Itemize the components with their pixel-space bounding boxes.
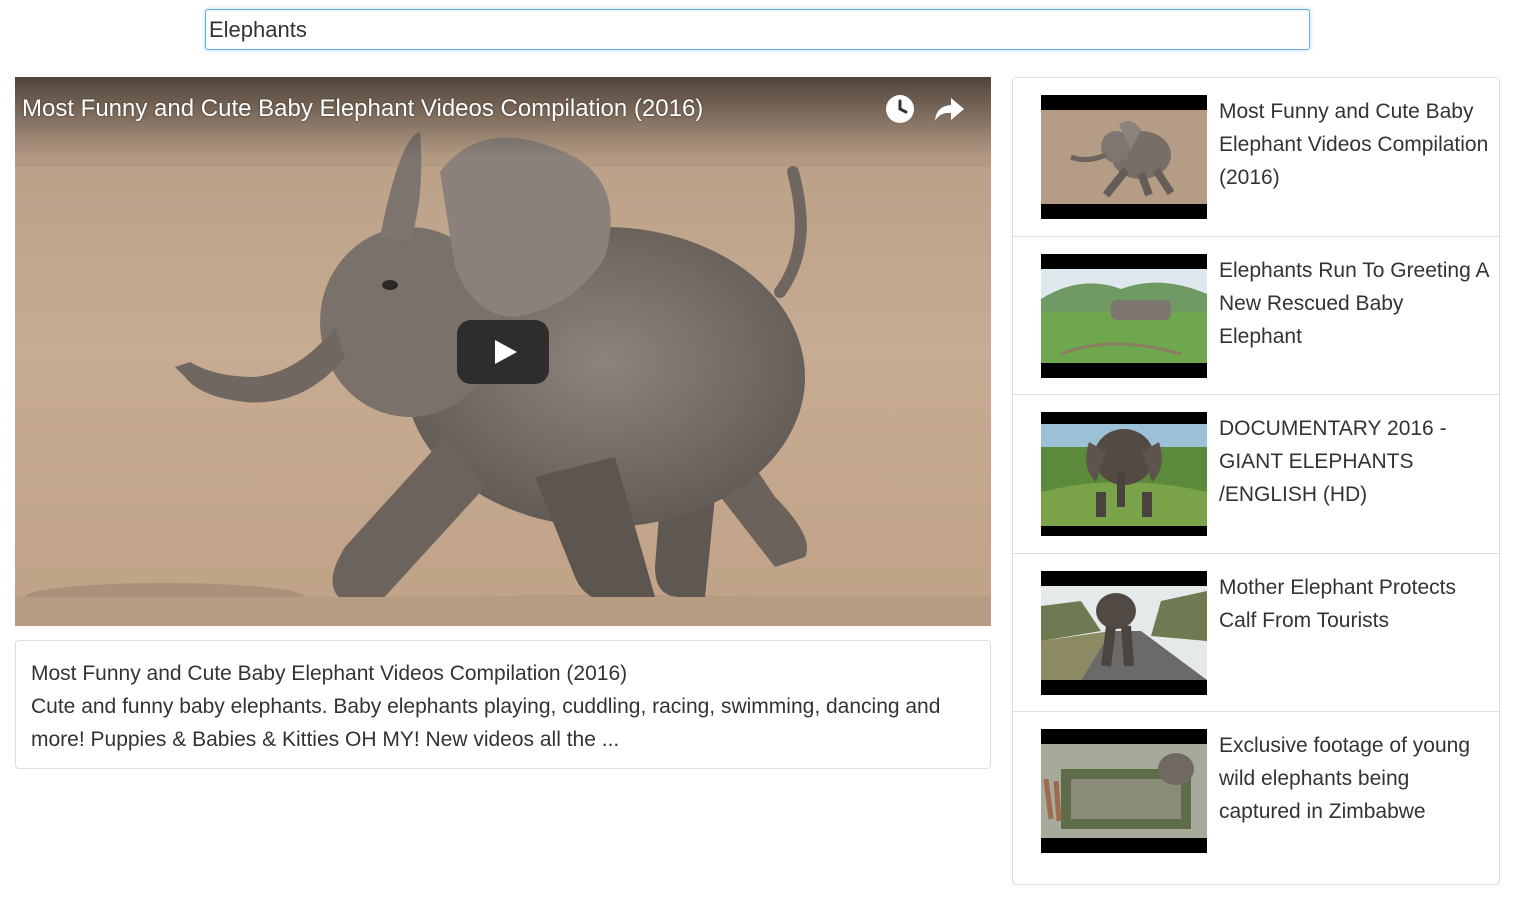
video-list-item-title[interactable]: Elephants Run To Greeting A New Rescued …	[1219, 254, 1489, 353]
play-icon	[495, 340, 517, 364]
video-list-item-title[interactable]: Mother Elephant Protects Calf From Touri…	[1219, 571, 1489, 637]
video-list-item[interactable]: Mother Elephant Protects Calf From Touri…	[1013, 554, 1499, 713]
play-button[interactable]	[457, 320, 549, 384]
video-list-item[interactable]: Most Funny and Cute Baby Elephant Videos…	[1013, 78, 1499, 237]
video-thumbnail[interactable]	[1041, 570, 1207, 695]
share-icon[interactable]	[932, 92, 966, 126]
video-list-item[interactable]: Elephants Run To Greeting A New Rescued …	[1013, 237, 1499, 396]
video-detail-panel: Most Funny and Cute Baby Elephant Videos…	[15, 640, 991, 769]
video-list: Most Funny and Cute Baby Elephant Videos…	[1012, 77, 1500, 885]
video-thumbnail[interactable]	[1041, 729, 1207, 854]
video-detail-description: Cute and funny baby elephants. Baby elep…	[31, 695, 941, 751]
video-list-item[interactable]: Exclusive footage of young wild elephant…	[1013, 712, 1499, 884]
search-input[interactable]	[205, 9, 1310, 50]
video-detail-title: Most Funny and Cute Baby Elephant Videos…	[31, 662, 628, 685]
search-bar	[205, 9, 1310, 50]
video-thumbnail[interactable]	[1041, 253, 1207, 378]
clock-icon[interactable]	[883, 92, 917, 126]
video-list-item-title[interactable]: Most Funny and Cute Baby Elephant Videos…	[1219, 95, 1489, 194]
player-video-title[interactable]: Most Funny and Cute Baby Elephant Videos…	[22, 95, 703, 123]
video-list-item-title[interactable]: DOCUMENTARY 2016 - GIANT ELEPHANTS /ENGL…	[1219, 412, 1489, 511]
video-list-item-title[interactable]: Exclusive footage of young wild elephant…	[1219, 729, 1489, 828]
video-thumbnail[interactable]	[1041, 412, 1207, 537]
video-thumbnail[interactable]	[1041, 95, 1207, 219]
video-list-item[interactable]: DOCUMENTARY 2016 - GIANT ELEPHANTS /ENGL…	[1013, 395, 1499, 554]
